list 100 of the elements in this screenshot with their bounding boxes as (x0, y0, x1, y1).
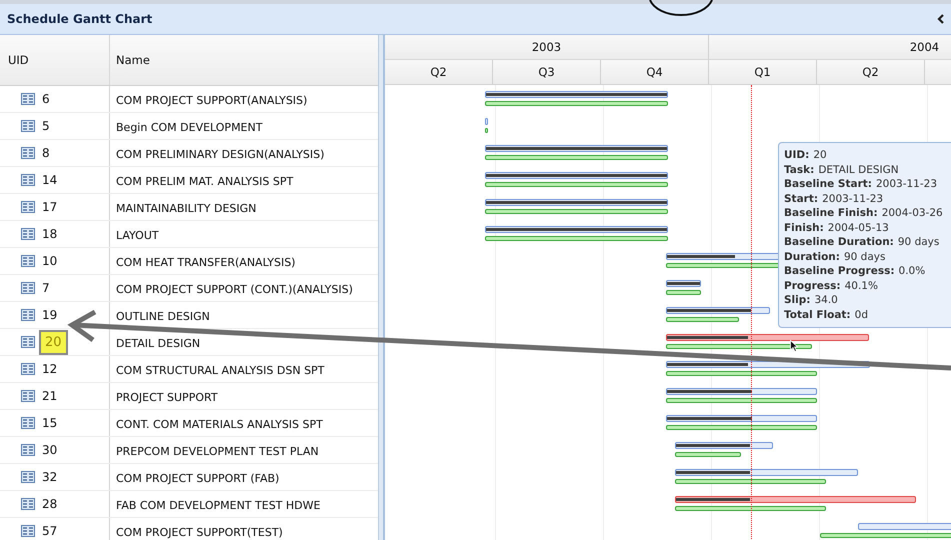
task-bar[interactable] (666, 280, 701, 287)
uid-cell-text: 6 (41, 91, 51, 107)
task-bar[interactable] (675, 442, 773, 449)
tooltip-value: 0.0% (898, 265, 926, 277)
task-bar[interactable] (485, 145, 668, 152)
task-bar[interactable] (485, 91, 668, 98)
tooltip-label: Baseline Finish: (784, 207, 878, 219)
task-bar[interactable] (666, 334, 869, 341)
tooltip-label: Baseline Duration: (784, 236, 894, 248)
task-name: LAYOUT (116, 229, 159, 242)
task-name: COM PRELIMINARY DESIGN(ANALYSIS) (116, 148, 324, 161)
task-icon (21, 120, 35, 132)
circle-annotation (649, 0, 713, 16)
tooltip-value: DETAIL DESIGN (818, 164, 899, 176)
tooltip-value: 20 (813, 149, 827, 161)
task-name: CONT. COM MATERIALS ANALYSIS SPT (116, 418, 323, 431)
task-bar[interactable] (666, 415, 817, 422)
task-bar[interactable] (666, 307, 770, 314)
tooltip-value: 34.0 (814, 294, 838, 306)
column-header[interactable]: UID (0, 35, 110, 85)
task-icon (21, 336, 35, 348)
uid-cell-text: 12 (41, 361, 58, 377)
uid-cell-text: 57 (41, 523, 58, 539)
quarter-header: Q4 (601, 60, 709, 85)
baseline-bar (675, 452, 741, 457)
task-icon (21, 363, 35, 375)
uid-cell: 20 (39, 330, 68, 354)
uid-cell-text: 19 (41, 307, 58, 323)
task-name: COM STRUCTURAL ANALYSIS DSN SPT (116, 364, 324, 377)
tooltip-value: 90 days (898, 236, 940, 248)
task-name: PREPCOM DEVELOPMENT TEST PLAN (116, 445, 319, 458)
task-icon (21, 201, 35, 213)
task-icon (21, 228, 35, 240)
uid-cell-text: 14 (41, 172, 58, 188)
task-name: COM PROJECT SUPPORT(ANALYSIS) (116, 94, 308, 107)
task-name: COM PROJECT SUPPORT (CONT.)(ANALYSIS) (116, 283, 353, 296)
task-name: DETAIL DESIGN (116, 337, 200, 350)
task-bar[interactable] (485, 226, 668, 233)
tooltip-label: UID: (784, 149, 810, 161)
uid-cell-text: 8 (41, 145, 51, 161)
uid-cell-text: 28 (41, 496, 58, 512)
uid-cell-text: 5 (41, 118, 51, 134)
task-bar[interactable] (675, 469, 858, 476)
task-icon (21, 417, 35, 429)
tooltip-value: 90 days (844, 250, 886, 262)
uid-cell-text: 15 (41, 415, 58, 431)
tooltip-label: Baseline Progress: (784, 265, 895, 277)
task-icon (21, 282, 35, 294)
task-icon (21, 309, 35, 321)
task-name: Begin COM DEVELOPMENT (116, 121, 262, 134)
uid-cell-text: 21 (41, 388, 58, 404)
baseline-bar (666, 290, 701, 295)
task-icon (21, 471, 35, 483)
task-name: MAINTAINABILITY DESIGN (116, 202, 256, 215)
task-icon (21, 93, 35, 105)
task-icon (21, 255, 35, 267)
tooltip-value: 2003-11-23 (876, 178, 938, 190)
uid-cell-text: 32 (41, 469, 58, 485)
task-name: COM PRELIM MAT. ANALYSIS SPT (116, 175, 294, 188)
tooltip-label: Finish: (784, 222, 824, 234)
tooltip-label: Duration: (784, 250, 840, 262)
task-name: COM HEAT TRANSFER(ANALYSIS) (116, 256, 296, 269)
task-name: COM PROJECT SUPPORT(TEST) (116, 526, 283, 539)
tooltip-value: 2004-03-26 (882, 207, 943, 219)
task-name: COM PROJECT SUPPORT (FAB) (116, 472, 280, 485)
uid-cell-text: 30 (41, 442, 58, 458)
task-bar[interactable] (485, 199, 668, 206)
quarter-header: Q2 (385, 60, 493, 85)
task-icon (21, 147, 35, 159)
task-bar[interactable] (485, 172, 668, 179)
task-icon (21, 174, 35, 186)
uid-cell-text: 10 (41, 253, 58, 269)
task-icon (21, 444, 35, 456)
tooltip-label: Task: (784, 164, 814, 176)
tooltip-label: Start: (784, 192, 818, 204)
tooltip-label: Progress: (784, 280, 841, 292)
year-header: 2003 (385, 35, 709, 60)
uid-cell-text: 18 (41, 226, 58, 242)
year-header: 2004 (709, 35, 951, 60)
task-bar[interactable] (675, 496, 916, 503)
task-name: FAB COM DEVELOPMENT TEST HDWE (116, 499, 320, 512)
quarter-header: Q3 (493, 60, 601, 85)
panel-title: Schedule Gantt Chart (7, 12, 152, 26)
task-bar[interactable] (666, 388, 817, 395)
uid-cell-text: 17 (41, 199, 58, 215)
mouse-cursor-icon (790, 340, 798, 352)
tooltip-value: 40.1% (844, 280, 878, 292)
tooltip-label: Baseline Start: (784, 178, 872, 190)
column-header[interactable]: Name (110, 35, 378, 85)
task-icon (21, 525, 35, 537)
task-name: PROJECT SUPPORT (116, 391, 218, 404)
baseline-bar (485, 128, 488, 133)
tooltip-label: Total Float: (784, 308, 851, 320)
task-name: OUTLINE DESIGN (116, 310, 210, 323)
tooltip-value: 0d (854, 308, 868, 320)
tooltip-label: Slip: (784, 294, 810, 306)
collapse-chevron-icon[interactable] (937, 14, 945, 24)
tooltip-value: 2004-05-13 (828, 222, 889, 234)
quarter-header: Q1 (709, 60, 817, 85)
task-icon (21, 390, 35, 402)
